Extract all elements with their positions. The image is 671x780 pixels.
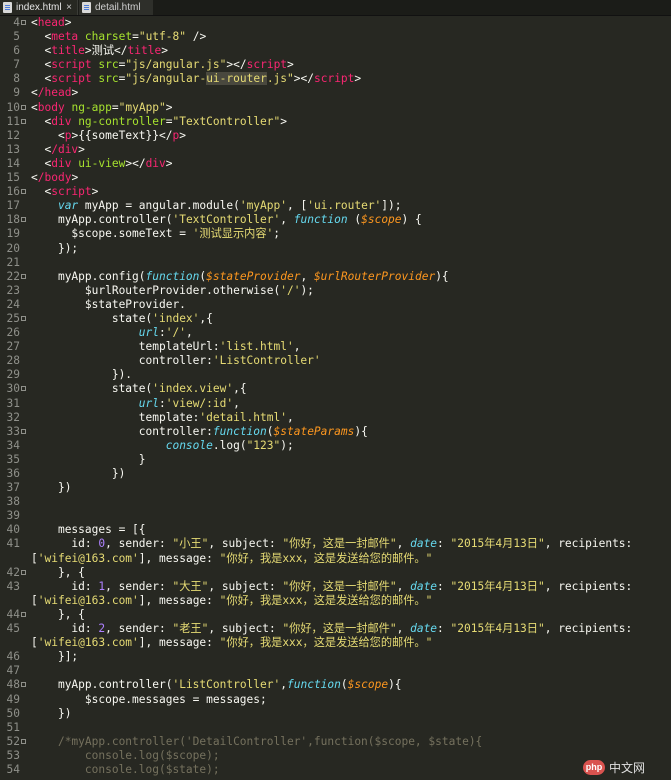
code-line: 50 }) <box>6 706 72 720</box>
code-line: 10 <body ng-app="myApp"> <box>6 100 173 114</box>
code-line: 32 template:'detail.html', <box>6 410 294 424</box>
code-lines: 4 <head> 5 <meta charset="utf-8" /> 6 <ti… <box>0 16 671 777</box>
code-line: 23 $urlRouterProvider.otherwise('/'); <box>6 283 314 297</box>
html-file-icon <box>82 2 91 13</box>
code-line: 33 controller:function($stateParams){ <box>6 424 368 438</box>
code-line: 28 controller:'ListController' <box>6 354 321 368</box>
code-line: 27 templateUrl:'list.html', <box>6 340 301 354</box>
code-line: 5 <meta charset="utf-8" /> <box>13 30 207 44</box>
code-line: 19 $scope.someText = '测试显示内容'; <box>6 227 281 241</box>
code-line: 18 myApp.controller('TextController', fu… <box>6 213 422 227</box>
code-line: 11 <div ng-controller="TextController"> <box>6 114 288 128</box>
code-line: 42 }, { <box>6 565 85 579</box>
fold-icon[interactable] <box>21 118 26 124</box>
php-logo-icon: php <box>583 760 605 775</box>
code-line: 51 <box>6 720 20 734</box>
fold-icon[interactable] <box>21 682 26 688</box>
code-line: 30 state('index.view',{ <box>6 382 247 396</box>
fold-icon[interactable] <box>21 20 26 25</box>
code-line: 9 </head> <box>13 86 79 100</box>
fold-icon[interactable] <box>21 386 26 392</box>
tab-bar: index.html × detail.html <box>0 0 671 16</box>
close-icon[interactable]: × <box>66 0 72 15</box>
code-line: 40 messages = [{ <box>6 523 146 537</box>
fold-icon[interactable] <box>21 104 26 110</box>
code-line: 52 /*myApp.controller('DetailController'… <box>6 734 483 748</box>
code-line: 39 <box>6 509 20 523</box>
code-line: 16 <script> <box>6 185 99 199</box>
code-line: 6 <title>测试</title> <box>13 44 168 58</box>
code-line-wrapped: ['wifei@163.com'], message: "你好，我是xxx，这是… <box>31 593 433 607</box>
code-line: 36 }) <box>6 467 126 480</box>
code-line: 31 url:'view/:id', <box>6 396 240 410</box>
code-line: 25 state('index',{ <box>6 311 213 325</box>
code-line: 21 <box>6 255 20 269</box>
watermark-logo: php 中文网 <box>583 758 669 778</box>
tab-detail-html[interactable]: detail.html <box>79 0 153 15</box>
code-line: 35 } <box>6 452 146 466</box>
code-line: 38 <box>6 495 20 509</box>
code-line: 26 url:'/', <box>6 326 193 340</box>
fold-icon[interactable] <box>21 611 26 617</box>
html-file-icon <box>3 2 12 13</box>
code-line: 47 <box>6 664 20 678</box>
fold-icon[interactable] <box>21 738 26 744</box>
tab-label: index.html <box>16 2 62 13</box>
code-line: 41 id: 0, sender: "小王", subject: "你好，这是一… <box>6 537 633 551</box>
code-line: 34 console.log("123"); <box>6 438 294 452</box>
code-line: 48 myApp.controller('ListController',fun… <box>6 678 402 692</box>
code-line: 12 <p>{{someText}}</p> <box>6 128 186 142</box>
fold-icon[interactable] <box>21 315 26 321</box>
code-line: 8 <script src="js/angular-ui-router.js">… <box>13 72 362 86</box>
code-line: 45 id: 2, sender: "老王", subject: "你好，这是一… <box>6 622 633 636</box>
fold-icon[interactable] <box>21 217 26 223</box>
code-line: 53 console.log($scope); <box>6 748 220 762</box>
tab-label: detail.html <box>95 2 141 13</box>
code-line: 24 $stateProvider. <box>6 297 186 311</box>
fold-icon[interactable] <box>21 428 26 434</box>
code-editor[interactable]: 4 <head> 5 <meta charset="utf-8" /> 6 <ti… <box>0 16 671 780</box>
code-line: 15 </body> <box>6 171 79 185</box>
code-line: 7 <script src="js/angular.js"></script> <box>13 58 294 72</box>
code-line: 46 }]; <box>6 650 79 664</box>
code-line: 37 }) <box>6 481 72 495</box>
code-line: 13 </div> <box>6 142 85 156</box>
code-line-wrapped: ['wifei@163.com'], message: "你好，我是xxx，这是… <box>31 551 433 565</box>
code-line: 17 var myApp = angular.module('myApp', [… <box>6 199 402 213</box>
text-selection: ui-router <box>206 72 267 86</box>
code-line: 54 console.log($state); <box>6 762 220 776</box>
logo-text: 中文网 <box>609 761 646 775</box>
code-line: 14 <div ui-view></div> <box>6 156 173 170</box>
code-line: 43 id: 1, sender: "大王", subject: "你好，这是一… <box>6 579 633 593</box>
fold-icon[interactable] <box>21 273 26 279</box>
fold-icon[interactable] <box>21 189 26 195</box>
code-line: 29 }). <box>6 368 133 382</box>
code-line: 4 <head> <box>13 16 72 29</box>
fold-icon[interactable] <box>21 569 26 575</box>
code-line: 44 }, { <box>6 607 85 621</box>
code-line: 20 }); <box>6 241 79 255</box>
code-line: 49 $scope.messages = messages; <box>6 692 267 706</box>
code-line-wrapped: ['wifei@163.com'], message: "你好，我是xxx，这是… <box>31 636 433 650</box>
code-line: 22 myApp.config(function($stateProvider,… <box>6 269 449 283</box>
tab-index-html[interactable]: index.html × <box>0 0 78 15</box>
